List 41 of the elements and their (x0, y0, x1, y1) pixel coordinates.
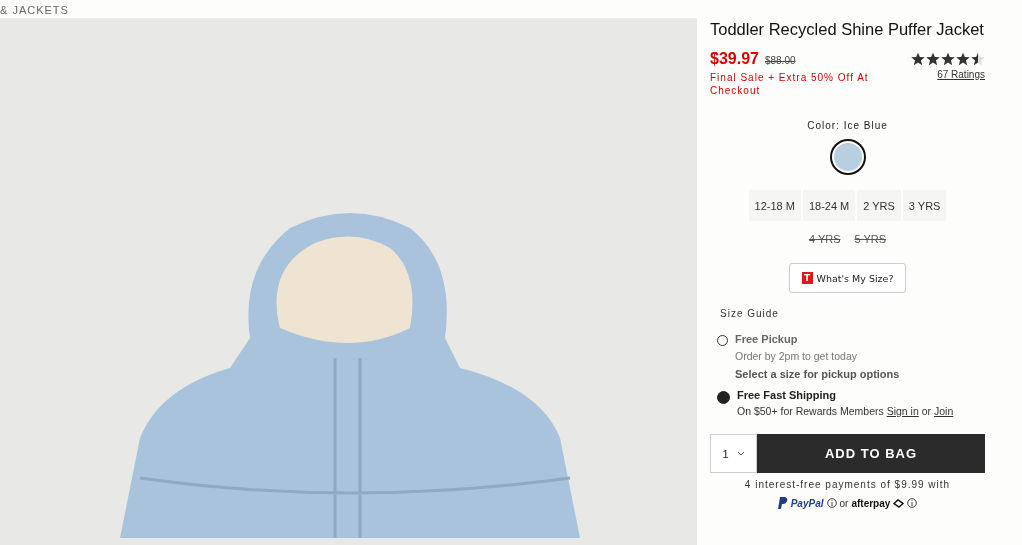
size-option[interactable]: 2 YRS (857, 190, 901, 221)
breadcrumb-link[interactable]: & JACKETS (0, 4, 69, 16)
sale-price: $39.97 (710, 50, 759, 68)
color-swatch[interactable] (831, 141, 864, 173)
chevron-down-icon (736, 451, 745, 456)
installment-text: 4 interest-free payments of $9.99 with (743, 479, 952, 490)
join-link[interactable]: Join (933, 405, 954, 417)
paypal-logo-icon (777, 497, 788, 509)
option-title: Free Fast Shipping (737, 388, 837, 403)
size-option[interactable]: 4 YRS (802, 227, 847, 251)
star-icon (956, 52, 970, 66)
star-icon (971, 52, 985, 66)
size-guide-link[interactable]: Size Guide (720, 308, 779, 319)
brand-badge-icon: T (801, 272, 813, 284)
or-text: or (839, 497, 849, 509)
option-text: On $50+ for Rewards Members Sign in or Join (737, 404, 954, 419)
original-price: $88.00 (764, 55, 796, 66)
size-option[interactable]: 5 YRS (848, 227, 893, 251)
quantity-select[interactable]: 1 (710, 434, 757, 473)
color-label: Color: Ice Blue (806, 120, 889, 131)
product-title: Toddler Recycled Shine Puffer Jacket (710, 20, 985, 39)
star-icon (911, 52, 925, 66)
size-finder-button[interactable]: T What's My Size? (788, 263, 907, 293)
afterpay-arrows-icon (893, 498, 905, 508)
option-text: Order by 2pm to get today (735, 349, 858, 364)
star-icon (941, 52, 955, 66)
option-text: Select a size for pickup options (735, 367, 900, 382)
promo-text: Final Sale + Extra 50% Off At Checkout (710, 71, 870, 97)
add-to-bag-button[interactable]: ADD TO BAG (757, 434, 985, 473)
info-icon[interactable] (826, 498, 837, 508)
star-icon (926, 52, 940, 66)
size-option[interactable]: 18-24 M (802, 190, 856, 221)
sign-in-link[interactable]: Sign in (886, 405, 919, 417)
paypal-logo[interactable]: PayPal (790, 497, 824, 509)
afterpay-logo[interactable]: afterpay (851, 497, 891, 509)
radio-button[interactable] (717, 391, 730, 404)
info-icon[interactable] (907, 498, 918, 508)
size-option[interactable]: 12-18 M (748, 190, 801, 221)
ratings-link[interactable]: 67 Ratings (937, 69, 985, 80)
option-title: Free Pickup (735, 332, 799, 347)
size-option[interactable]: 3 YRS (902, 190, 947, 221)
